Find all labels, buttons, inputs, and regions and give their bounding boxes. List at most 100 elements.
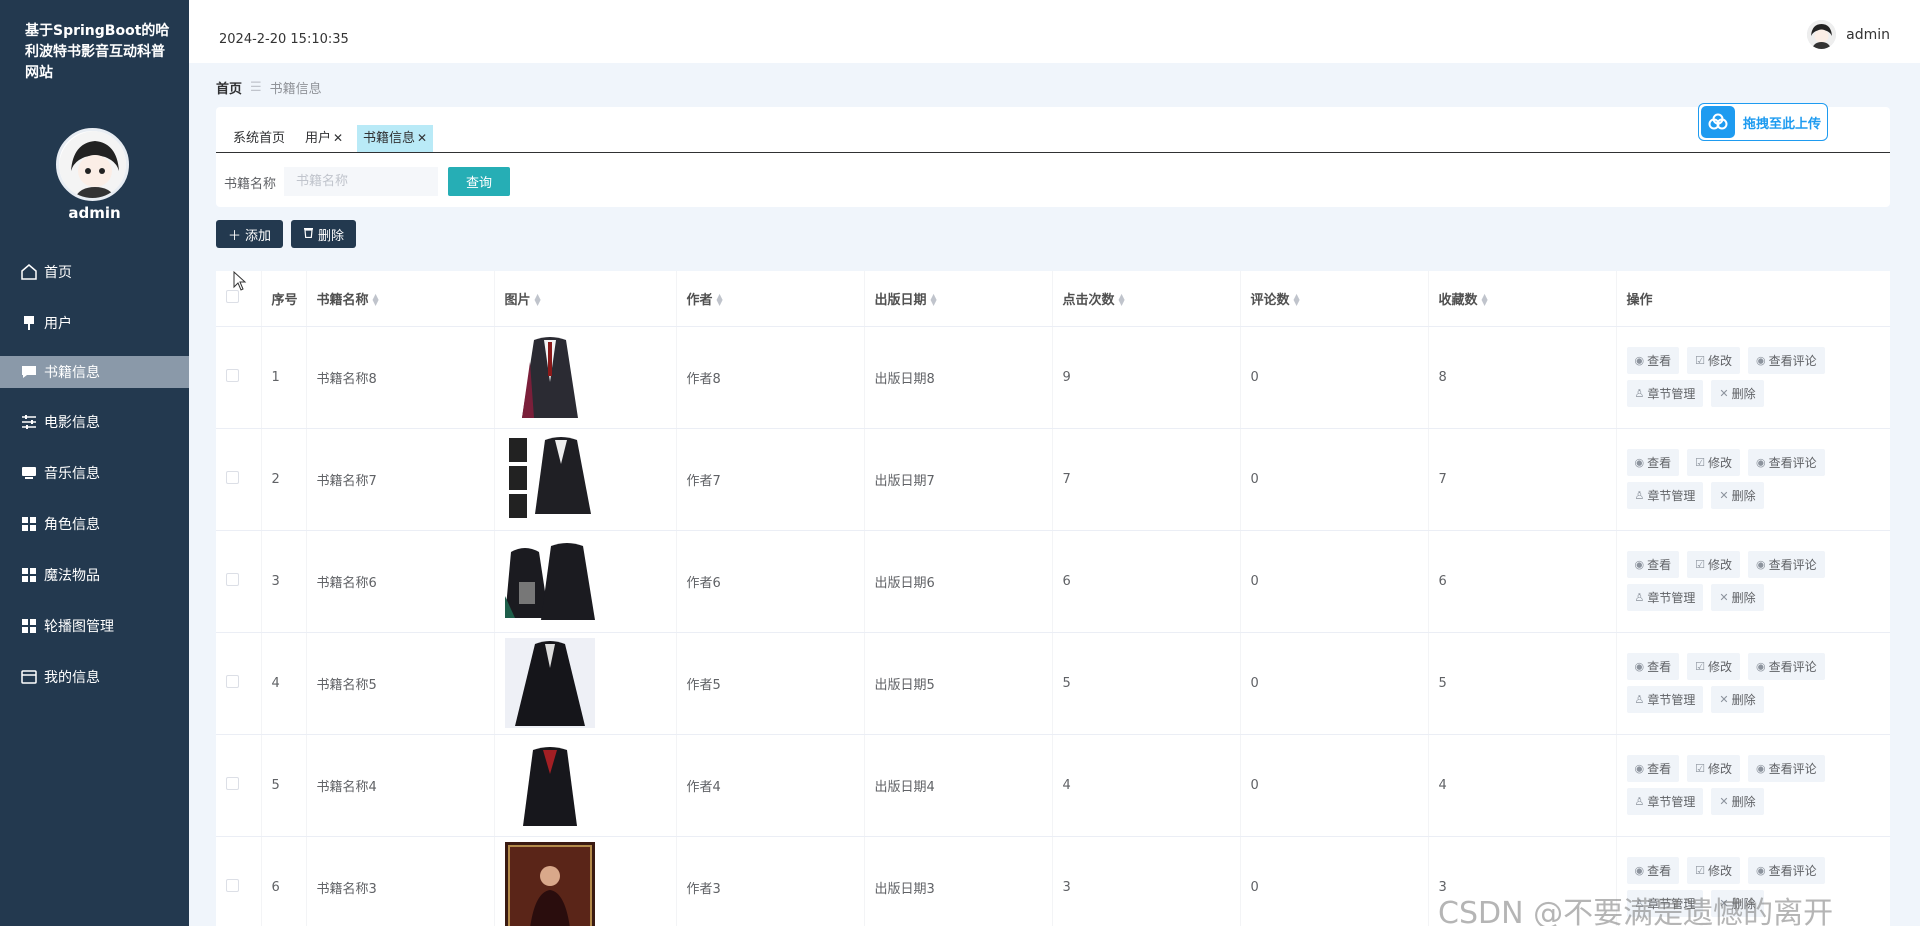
select-all-checkbox[interactable] [226,289,239,303]
close-icon[interactable]: ✕ [417,131,427,145]
avatar[interactable] [56,128,129,201]
search-button[interactable]: 查询 [448,167,510,196]
delete-button[interactable]: 删除 [291,220,357,248]
eye-icon: ◉ [1756,864,1766,877]
sort-icon[interactable]: ▲ ▼ [1294,293,1300,307]
book-image[interactable] [504,842,595,926]
cell-index: 5 [261,734,307,837]
book-image[interactable] [505,332,595,422]
book-image[interactable] [505,434,595,524]
row-checkbox[interactable] [226,776,239,790]
row-delete-button[interactable]: ✕ 删除 [1711,482,1764,509]
tab-books[interactable]: 书籍信息 ✕ [357,125,434,152]
row-delete-button[interactable]: ✕ 删除 [1711,686,1764,713]
edit-icon: ☑ [1695,660,1705,673]
cell-comments: 0 [1240,326,1429,429]
view-button[interactable]: ◉ 查看 [1626,449,1680,476]
view-comments-button[interactable]: ◉ 查看评论 [1748,449,1825,476]
chapters-button[interactable]: ♙ 章节管理 [1626,482,1704,509]
user-menu[interactable]: admin [1807,20,1890,49]
row-select-cell [216,734,262,837]
column-header-favorites[interactable]: 收藏数 ▲ ▼ [1428,271,1617,327]
top-header: 2024-2-20 15:10:35 admin [189,0,1920,63]
row-delete-button[interactable]: ✕ 删除 [1711,788,1764,815]
column-header-name[interactable]: 书籍名称 ▲ ▼ [306,271,495,327]
row-checkbox[interactable] [226,470,239,484]
sort-icon[interactable]: ▲ ▼ [535,293,541,307]
sort-icon[interactable]: ▲ ▼ [1119,293,1125,307]
search-input[interactable] [284,167,438,196]
row-checkbox[interactable] [226,674,239,688]
view-comments-button[interactable]: ◉ 查看评论 [1748,857,1825,884]
search-label: 书籍名称 [224,177,277,192]
sort-icon[interactable]: ▲ ▼ [1482,293,1488,307]
sidebar-item-books[interactable]: 书籍信息 [0,356,189,388]
row-select-cell [216,326,262,429]
avatar[interactable] [1807,20,1837,49]
chapters-button[interactable]: ♙ 章节管理 [1626,686,1704,713]
view-comments-button[interactable]: ◉ 查看评论 [1748,755,1825,782]
column-header-comments[interactable]: 评论数 ▲ ▼ [1240,271,1429,327]
eye-icon: ◉ [1756,762,1766,775]
view-button[interactable]: ◉ 查看 [1626,755,1680,782]
add-button[interactable]: ＋添加 [216,220,284,248]
edit-button[interactable]: ☑ 修改 [1687,551,1741,578]
edit-button[interactable]: ☑ 修改 [1687,347,1741,374]
sort-icon[interactable]: ▲ ▼ [931,293,937,307]
row-checkbox[interactable] [226,572,239,586]
sidebar-item-music[interactable]: 音乐信息 [0,447,189,498]
drag-upload-button[interactable]: 拖拽至此上传 [1698,103,1828,141]
tab-users[interactable]: 用户 ✕ [299,125,349,152]
chapters-button[interactable]: ♙ 章节管理 [1626,584,1704,611]
tab-system-home[interactable]: 系统首页 [227,125,291,152]
sidebar-item-label: 轮播图管理 [44,618,114,635]
trash-icon [303,226,314,242]
edit-button[interactable]: ☑ 修改 [1687,449,1741,476]
chapters-button[interactable]: ♙ 章节管理 [1626,380,1704,407]
close-icon[interactable]: ✕ [333,131,343,145]
op-label: 章节管理 [1647,591,1696,605]
column-header-date[interactable]: 出版日期 ▲ ▼ [864,271,1053,327]
column-header-author[interactable]: 作者 ▲ ▼ [676,271,865,327]
view-button[interactable]: ◉ 查看 [1626,551,1680,578]
sort-icon[interactable]: ▲ ▼ [717,293,723,307]
sort-icon[interactable]: ▲ ▼ [373,293,379,307]
column-header-image[interactable]: 图片 ▲ ▼ [494,271,677,327]
edit-button[interactable]: ☑ 修改 [1687,755,1741,782]
op-label: 删除 [1731,795,1756,809]
watermark: CSDN @不要满是遗憾的离开 [1438,896,1834,926]
row-checkbox[interactable] [226,878,239,892]
row-delete-button[interactable]: ✕ 删除 [1711,380,1764,407]
view-comments-button[interactable]: ◉ 查看评论 [1748,653,1825,680]
view-button[interactable]: ◉ 查看 [1626,857,1680,884]
sidebar-item-movies[interactable]: 电影信息 [0,396,189,447]
view-button[interactable]: ◉ 查看 [1626,653,1680,680]
edit-button[interactable]: ☑ 修改 [1687,857,1741,884]
column-header-clicks[interactable]: 点击次数 ▲ ▼ [1052,271,1241,327]
table-row: 3 书籍名称6 作者6 出版日期6 6 0 6 ◉ 查看 ☑ 修改 ◉ 查看评论 ♙ 章… [216,530,1890,633]
cell-image [494,734,677,837]
op-label: 修改 [1708,660,1733,674]
sidebar-item-magic-items[interactable]: 魔法物品 [0,549,189,600]
sidebar-item-my-info[interactable]: 我的信息 [0,651,189,702]
view-comments-button[interactable]: ◉ 查看评论 [1748,347,1825,374]
sidebar-item-carousel[interactable]: 轮播图管理 [0,600,189,651]
sidebar-item-characters[interactable]: 角色信息 [0,498,189,549]
cell-comments: 0 [1240,734,1429,837]
edit-icon: ☑ [1695,864,1705,877]
book-image[interactable] [505,740,595,830]
view-button[interactable]: ◉ 查看 [1626,347,1680,374]
row-checkbox[interactable] [226,368,239,382]
breadcrumb-home[interactable]: 首页 [216,78,242,97]
breadcrumb: 首页 ☰ 书籍信息 [216,78,322,97]
row-delete-button[interactable]: ✕ 删除 [1711,584,1764,611]
sidebar-item-home[interactable]: 首页 [0,246,189,297]
user-icon: ♙ [1634,795,1645,808]
sidebar-item-users[interactable]: 用户 [0,297,189,348]
op-label: 删除 [1731,591,1756,605]
book-image[interactable] [504,638,595,728]
view-comments-button[interactable]: ◉ 查看评论 [1748,551,1825,578]
book-image[interactable] [504,536,595,626]
edit-button[interactable]: ☑ 修改 [1687,653,1741,680]
chapters-button[interactable]: ♙ 章节管理 [1626,788,1704,815]
